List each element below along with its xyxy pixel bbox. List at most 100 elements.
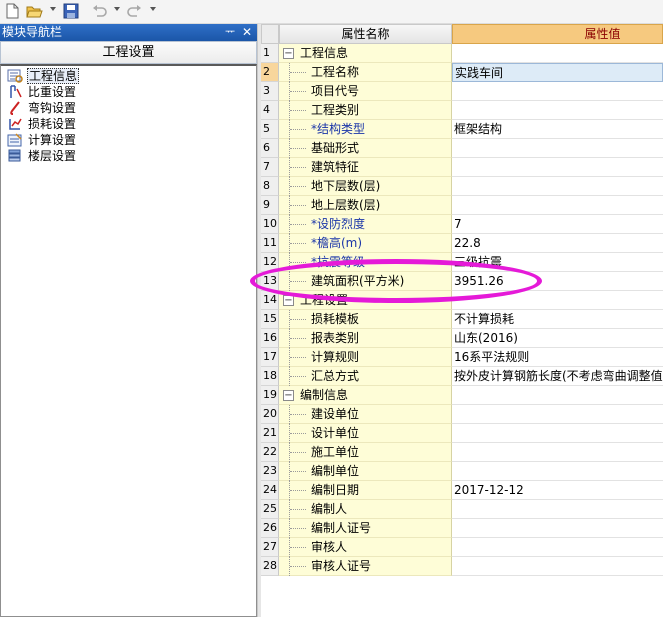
property-name-cell[interactable]: 建筑面积(平方米): [279, 272, 452, 291]
property-name-cell[interactable]: 地下层数(层): [279, 177, 452, 196]
property-name-cell[interactable]: 工程名称: [279, 63, 452, 82]
property-row[interactable]: 12 *抗震等级 三级抗震: [261, 253, 663, 272]
row-number[interactable]: 26: [261, 519, 279, 538]
row-number[interactable]: 2: [261, 63, 279, 82]
property-value-cell[interactable]: 22.8: [452, 234, 663, 253]
property-name-cell[interactable]: 计算规则: [279, 348, 452, 367]
row-number[interactable]: 15: [261, 310, 279, 329]
save-icon[interactable]: [62, 2, 80, 20]
collapse-icon[interactable]: −: [283, 48, 294, 59]
property-name-cell[interactable]: 建筑特征: [279, 158, 452, 177]
close-icon[interactable]: ✕: [241, 25, 253, 39]
property-value-input[interactable]: 实践车间: [452, 63, 663, 82]
property-value-cell[interactable]: 2017-12-12: [452, 481, 663, 500]
row-number[interactable]: 9: [261, 196, 279, 215]
property-name-cell[interactable]: 审核人: [279, 538, 452, 557]
property-name-cell[interactable]: 汇总方式: [279, 367, 452, 386]
row-number[interactable]: 12: [261, 253, 279, 272]
property-name-cell[interactable]: 设计单位: [279, 424, 452, 443]
row-number[interactable]: 27: [261, 538, 279, 557]
property-name-cell[interactable]: 编制人证号: [279, 519, 452, 538]
property-name-cell[interactable]: 项目代号: [279, 82, 452, 101]
column-header-value[interactable]: 属性值: [452, 24, 663, 44]
row-number[interactable]: 20: [261, 405, 279, 424]
row-number[interactable]: 23: [261, 462, 279, 481]
property-value-cell[interactable]: [452, 538, 663, 557]
property-value-cell[interactable]: [452, 557, 663, 576]
property-value-cell[interactable]: 山东(2016): [452, 329, 663, 348]
property-value-cell[interactable]: [452, 386, 663, 405]
property-row[interactable]: 10 *设防烈度 7: [261, 215, 663, 234]
row-number[interactable]: 22: [261, 443, 279, 462]
property-name-cell[interactable]: 工程类别: [279, 101, 452, 120]
property-value-cell[interactable]: [452, 405, 663, 424]
property-value-cell[interactable]: [452, 101, 663, 120]
property-row[interactable]: 17 计算规则 16系平法规则: [261, 348, 663, 367]
grid-corner[interactable]: [261, 24, 279, 44]
row-number[interactable]: 3: [261, 82, 279, 101]
property-row[interactable]: 8 地下层数(层): [261, 177, 663, 196]
property-row[interactable]: 24 编制日期 2017-12-12: [261, 481, 663, 500]
row-number[interactable]: 11: [261, 234, 279, 253]
property-row[interactable]: 7 建筑特征: [261, 158, 663, 177]
property-value-cell[interactable]: [452, 196, 663, 215]
property-row[interactable]: 4 工程类别: [261, 101, 663, 120]
property-row[interactable]: 3 项目代号: [261, 82, 663, 101]
row-number[interactable]: 13: [261, 272, 279, 291]
property-name-cell[interactable]: 建设单位: [279, 405, 452, 424]
property-value-cell[interactable]: [452, 519, 663, 538]
property-name-cell[interactable]: 基础形式: [279, 139, 452, 158]
pin-icon[interactable]: ᅲ: [224, 25, 236, 39]
redo-dropdown-caret[interactable]: [150, 7, 156, 11]
property-row[interactable]: 28 审核人证号: [261, 557, 663, 576]
nav-section-header[interactable]: 工程设置: [0, 41, 257, 64]
group-row[interactable]: 14− 工程设置: [261, 291, 663, 310]
property-value-cell[interactable]: [452, 158, 663, 177]
property-value-cell[interactable]: 框架结构: [452, 120, 663, 139]
property-row[interactable]: 13 建筑面积(平方米) 3951.26: [261, 272, 663, 291]
row-number[interactable]: 17: [261, 348, 279, 367]
row-number[interactable]: 24: [261, 481, 279, 500]
property-value-cell[interactable]: [452, 139, 663, 158]
property-name-cell[interactable]: 审核人证号: [279, 557, 452, 576]
collapse-icon[interactable]: −: [283, 390, 294, 401]
property-row[interactable]: 5 *结构类型 框架结构: [261, 120, 663, 139]
undo-icon[interactable]: [90, 2, 108, 20]
property-row[interactable]: 26 编制人证号: [261, 519, 663, 538]
property-value-cell[interactable]: [452, 44, 663, 63]
property-row[interactable]: 22 施工单位: [261, 443, 663, 462]
property-row[interactable]: 11 *檐高(m) 22.8: [261, 234, 663, 253]
row-number[interactable]: 7: [261, 158, 279, 177]
property-row[interactable]: 15 损耗模板 不计算损耗: [261, 310, 663, 329]
row-number[interactable]: 28: [261, 557, 279, 576]
property-row[interactable]: 20 建设单位: [261, 405, 663, 424]
row-number[interactable]: 8: [261, 177, 279, 196]
property-value-cell[interactable]: 不计算损耗: [452, 310, 663, 329]
property-value-cell[interactable]: 7: [452, 215, 663, 234]
property-value-cell[interactable]: [452, 291, 663, 310]
property-name-cell[interactable]: 损耗模板: [279, 310, 452, 329]
property-name-cell[interactable]: 地上层数(层): [279, 196, 452, 215]
property-name-cell[interactable]: 施工单位: [279, 443, 452, 462]
property-name-cell[interactable]: − 工程设置: [279, 291, 452, 310]
group-row[interactable]: 19− 编制信息: [261, 386, 663, 405]
redo-icon[interactable]: [126, 2, 144, 20]
open-folder-icon[interactable]: [25, 2, 43, 20]
property-value-cell[interactable]: 按外皮计算钢筋长度(不考虑弯曲调整值): [452, 367, 663, 386]
property-row[interactable]: 27 审核人: [261, 538, 663, 557]
property-value-cell[interactable]: [452, 443, 663, 462]
property-name-cell[interactable]: *檐高(m): [279, 234, 452, 253]
new-file-icon[interactable]: [3, 2, 21, 20]
row-number[interactable]: 10: [261, 215, 279, 234]
undo-dropdown-caret[interactable]: [114, 7, 120, 11]
property-value-cell[interactable]: [452, 462, 663, 481]
property-value-cell[interactable]: 三级抗震: [452, 253, 663, 272]
row-number[interactable]: 21: [261, 424, 279, 443]
row-number[interactable]: 5: [261, 120, 279, 139]
group-row[interactable]: 1− 工程信息: [261, 44, 663, 63]
property-value-cell[interactable]: [452, 177, 663, 196]
property-name-cell[interactable]: *结构类型: [279, 120, 452, 139]
property-value-cell[interactable]: [452, 424, 663, 443]
row-number[interactable]: 18: [261, 367, 279, 386]
property-row[interactable]: 2 工程名称 实践车间: [261, 63, 663, 82]
